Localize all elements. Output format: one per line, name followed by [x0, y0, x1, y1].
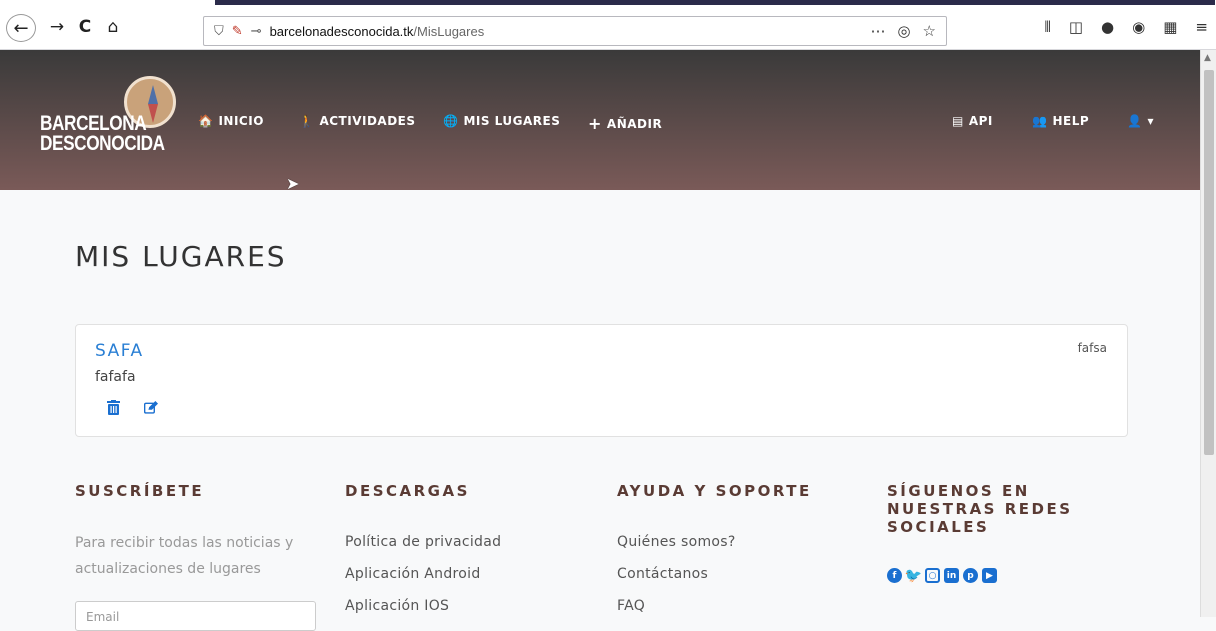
- bookmark-star-icon[interactable]: ☆: [923, 22, 936, 40]
- subscribe-text: Para recibir todas las noticias y actual…: [75, 530, 325, 582]
- subscribe-text-line: Para recibir todas las noticias y: [75, 535, 294, 551]
- key-icon: ⊸: [250, 23, 262, 38]
- forward-arrow-icon: →: [49, 17, 65, 37]
- browser-tab-strip: [215, 0, 1215, 5]
- account-icon[interactable]: ◉: [1132, 18, 1145, 36]
- user-menu[interactable]: 👤 ▾: [1127, 114, 1154, 128]
- place-meta: fafsa: [1077, 341, 1107, 355]
- facebook-icon[interactable]: f: [887, 568, 902, 583]
- nav-inicio[interactable]: 🏠 INICIO: [198, 114, 264, 128]
- back-arrow-icon: ←: [13, 17, 29, 39]
- reload-icon: C: [78, 17, 92, 37]
- link-faq[interactable]: FAQ: [617, 590, 867, 622]
- forward-button[interactable]: →: [46, 16, 68, 38]
- page-scrollbar[interactable]: ▲: [1200, 50, 1216, 617]
- downloads-heading: DESCARGAS: [345, 482, 470, 500]
- edit-icon[interactable]: [144, 399, 158, 415]
- nav-label: INICIO: [218, 114, 264, 128]
- nav-label: ACTIVIDADES: [319, 114, 416, 128]
- logo-line2: DESCONOCIDA: [40, 132, 165, 155]
- footer-support: AYUDA Y SOPORTE Quiénes somos? Contáctan…: [617, 482, 867, 622]
- url-bar[interactable]: ⛉ ✎ ⊸ barcelonadesconocida.tk/MisLugares…: [203, 16, 947, 46]
- browser-toolbar: ← → C ⌂ ⛉ ✎ ⊸ barcelonadesconocida.tk/Mi…: [0, 0, 1216, 50]
- nav-mis-lugares[interactable]: 🌐 MIS LUGARES: [443, 114, 560, 128]
- menu-icon[interactable]: ≡: [1195, 18, 1208, 36]
- pocket-icon[interactable]: ◎: [897, 22, 910, 40]
- plus-icon: +: [588, 114, 602, 133]
- globe-icon: 🌐: [443, 114, 459, 128]
- sidebar-icon[interactable]: ◫: [1069, 18, 1083, 36]
- home-icon: ⌂: [107, 17, 119, 37]
- link-privacy-policy[interactable]: Política de privacidad: [345, 526, 595, 558]
- site-header: BARCELONA DESCONOCIDA 🏠 INICIO 🚶 ACTIVID…: [0, 50, 1200, 190]
- place-card: SAFA fafafa fafsa: [75, 324, 1128, 437]
- youtube-icon[interactable]: ▶: [982, 568, 997, 583]
- link-android-app[interactable]: Aplicación Android: [345, 558, 595, 590]
- nav-label: HELP: [1052, 114, 1090, 128]
- link-contact[interactable]: Contáctanos: [617, 558, 867, 590]
- gift-icon[interactable]: ▦: [1163, 18, 1177, 36]
- instagram-icon[interactable]: ○: [925, 568, 940, 583]
- delete-trash-icon[interactable]: [106, 399, 120, 415]
- page-title: MIS LUGARES: [75, 240, 287, 273]
- mouse-cursor-icon: ➤: [286, 174, 300, 193]
- back-button[interactable]: ←: [6, 14, 36, 42]
- nav-anadir[interactable]: + AÑADIR: [588, 114, 662, 133]
- nav-label: AÑADIR: [606, 116, 663, 131]
- url-path: /MisLugares: [413, 23, 485, 39]
- caret-down-icon: ▾: [1147, 114, 1154, 128]
- support-heading: AYUDA Y SOPORTE: [617, 482, 812, 500]
- insecure-icon: ✎: [231, 23, 243, 38]
- scroll-up-icon[interactable]: ▲: [1204, 53, 1211, 63]
- hiking-icon: 🚶: [299, 114, 315, 128]
- more-actions-icon[interactable]: ⋯: [870, 22, 885, 40]
- place-description: fafafa: [95, 369, 136, 385]
- email-input[interactable]: Email: [75, 601, 316, 631]
- home-button[interactable]: ⌂: [102, 16, 124, 38]
- library-icon[interactable]: ⫴: [1045, 18, 1051, 36]
- nav-label: MIS LUGARES: [463, 114, 561, 128]
- link-about-us[interactable]: Quiénes somos?: [617, 526, 867, 558]
- footer-subscribe: SUSCRÍBETE Para recibir todas las notici…: [75, 482, 325, 582]
- social-heading-line: SÍGUENOS EN: [887, 482, 1030, 500]
- pinterest-icon[interactable]: p: [963, 568, 978, 583]
- extension-icon[interactable]: ●: [1101, 18, 1114, 36]
- social-icons: f 🐦 ○ in p ▶: [887, 568, 1107, 584]
- url-domain: barcelonadesconocida.tk: [269, 23, 414, 39]
- social-heading-line: SOCIALES: [887, 518, 990, 536]
- link-ios-app[interactable]: Aplicación IOS: [345, 590, 595, 622]
- subscribe-text-line: actualizaciones de lugares: [75, 561, 261, 577]
- scrollbar-thumb[interactable]: [1204, 70, 1214, 455]
- twitter-icon[interactable]: 🐦: [905, 568, 922, 584]
- footer-downloads: DESCARGAS Política de privacidad Aplicac…: [345, 482, 595, 622]
- subscribe-heading: SUSCRÍBETE: [75, 482, 205, 500]
- social-heading-line: NUESTRAS REDES: [887, 500, 1073, 518]
- footer-social: SÍGUENOS EN NUESTRAS REDES SOCIALES f 🐦 …: [887, 482, 1107, 584]
- social-heading: SÍGUENOS EN NUESTRAS REDES SOCIALES: [887, 482, 1107, 536]
- logo-line1: BARCELONA: [40, 112, 147, 135]
- home-icon: 🏠: [198, 114, 214, 128]
- user-icon: 👤: [1127, 114, 1143, 128]
- linkedin-icon[interactable]: in: [944, 568, 959, 583]
- nav-help[interactable]: 👥 HELP: [1032, 114, 1089, 128]
- users-icon: 👥: [1032, 114, 1048, 128]
- place-title[interactable]: SAFA: [95, 341, 144, 361]
- shield-icon: ⛉: [214, 23, 224, 38]
- nav-label: API: [968, 114, 993, 128]
- site-logo[interactable]: BARCELONA DESCONOCIDA: [40, 112, 165, 155]
- nav-actividades[interactable]: 🚶 ACTIVIDADES: [299, 114, 416, 128]
- reload-button[interactable]: C: [74, 16, 96, 38]
- book-icon: ▤: [952, 114, 964, 128]
- nav-api[interactable]: ▤ API: [952, 114, 993, 128]
